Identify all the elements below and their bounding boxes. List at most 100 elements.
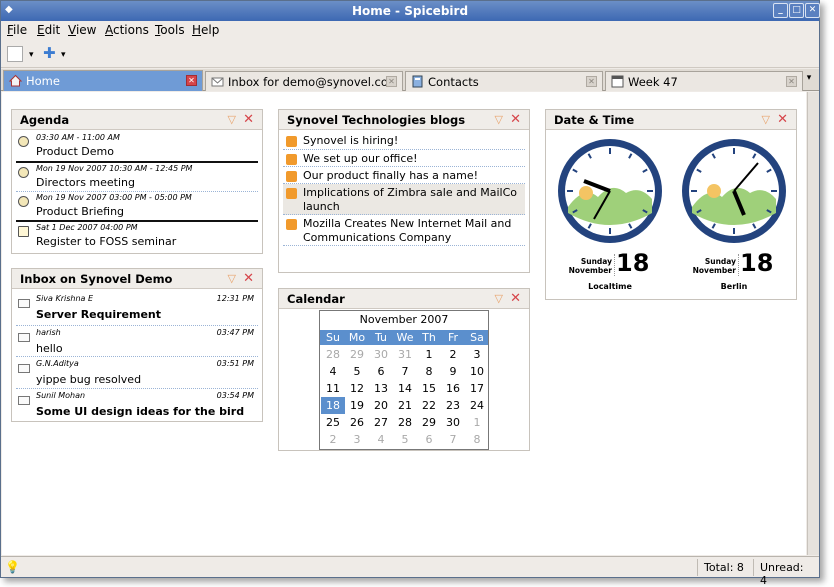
calendar-day-cell[interactable]: 23 (441, 397, 465, 414)
menu-edit[interactable]: Edit (37, 23, 60, 37)
vertical-scrollbar[interactable] (807, 92, 819, 555)
blog-item[interactable]: Synovel is hiring! (283, 132, 525, 150)
menu-actions[interactable]: Actions (105, 23, 149, 37)
agenda-item[interactable]: Sat 1 Dec 2007 04:00 PM Register to FOSS… (16, 222, 258, 252)
tab-close-button[interactable]: ✕ (586, 76, 597, 87)
close-icon[interactable]: ✕ (243, 112, 254, 127)
calendar-day-cell[interactable]: 13 (369, 380, 393, 397)
menu-help[interactable]: Help (192, 23, 219, 37)
agenda-item[interactable]: Mon 19 Nov 2007 03:00 PM - 05:00 PM Prod… (16, 192, 258, 222)
collapse-icon[interactable]: ▽ (228, 113, 236, 126)
mail-item[interactable]: G.N.Aditya 03:51 PM yippe bug resolved (16, 358, 258, 390)
tab-inbox[interactable]: Inbox for demo@synovel.com ✕ (205, 71, 403, 91)
calendar-day-cell[interactable]: 15 (417, 380, 441, 397)
calendar-day-cell[interactable]: 4 (321, 363, 345, 380)
collapse-icon[interactable]: ▽ (495, 292, 503, 305)
calendar-day-cell[interactable]: 19 (345, 397, 369, 414)
calendar-day-cell[interactable]: 18 (321, 397, 345, 414)
calendar-day-cell[interactable]: 24 (465, 397, 489, 414)
calendar-day-cell[interactable]: 27 (369, 414, 393, 431)
calendar-day-cell[interactable]: 7 (393, 363, 417, 380)
agenda-item[interactable]: 03:30 AM - 11:00 AM Product Demo (16, 132, 258, 162)
tab-close-button[interactable]: ✕ (786, 76, 797, 87)
blog-item[interactable]: Mozilla Creates New Internet Mail and Co… (283, 215, 525, 246)
calendar-day-cell[interactable]: 5 (393, 431, 417, 448)
tab-contacts[interactable]: Contacts ✕ (405, 71, 603, 91)
calendar-day-cell[interactable]: 3 (345, 431, 369, 448)
blog-item[interactable]: We set up our office! (283, 150, 525, 167)
mail-item[interactable]: Sunil Mohan 03:54 PM Some UI design idea… (16, 390, 258, 422)
calendar-day-cell[interactable]: 6 (417, 431, 441, 448)
calendar-day-cell[interactable]: 4 (369, 431, 393, 448)
blog-item[interactable]: Implications of Zimbra sale and MailCo l… (283, 184, 525, 215)
rss-icon (286, 219, 297, 230)
collapse-icon[interactable]: ▽ (228, 272, 236, 285)
calendar-widget: Calendar ▽ ✕ November 2007 Su Mo Tu We Th Fr S… (278, 288, 530, 451)
weekday-label: Fr (447, 331, 459, 344)
calendar-day-cell[interactable]: 2 (321, 431, 345, 448)
tab-home[interactable]: Home ✕ (3, 70, 203, 91)
calendar-day-cell[interactable]: 8 (417, 363, 441, 380)
calendar-day-cell[interactable]: 17 (465, 380, 489, 397)
close-icon[interactable]: ✕ (510, 291, 521, 306)
collapse-icon[interactable]: ▽ (762, 113, 770, 126)
new-document-icon[interactable] (7, 46, 23, 62)
month-label[interactable]: November 2007 (320, 311, 488, 329)
add-dropdown-icon[interactable]: ▾ (61, 50, 66, 66)
calendar-day-cell[interactable]: 14 (393, 380, 417, 397)
calendar-day-cell[interactable]: 12 (345, 380, 369, 397)
weekday-label: Sa (470, 331, 484, 344)
menu-tools[interactable]: Tools (155, 23, 185, 37)
mail-item[interactable]: Siva Krishna E 12:31 PM Server Requireme… (16, 293, 258, 325)
calendar-day-cell[interactable]: 2 (441, 346, 465, 363)
menu-bar: File Edit View Actions Tools Help (1, 21, 819, 40)
close-icon[interactable]: ✕ (777, 112, 788, 127)
calendar-day-cell[interactable]: 28 (321, 346, 345, 363)
calendar-day-cell[interactable]: 11 (321, 380, 345, 397)
minimize-button[interactable]: _ (773, 3, 788, 18)
close-icon[interactable]: ✕ (243, 271, 254, 286)
calendar-day-cell[interactable]: 29 (417, 414, 441, 431)
envelope-open-icon (18, 333, 30, 342)
calendar-day-cell[interactable]: 31 (393, 346, 417, 363)
mail-item[interactable]: harish 03:47 PM hello (16, 327, 258, 359)
item-separator (16, 356, 258, 357)
calendar-day-cell[interactable]: 20 (369, 397, 393, 414)
menu-view[interactable]: View (68, 23, 96, 37)
calendar-day-cell[interactable]: 3 (465, 346, 489, 363)
calendar-day-cell[interactable]: 8 (465, 431, 489, 448)
calendar-day-cell[interactable]: 10 (465, 363, 489, 380)
calendar-day-cell[interactable]: 1 (465, 414, 489, 431)
tab-week[interactable]: Week 47 ✕ (605, 71, 803, 91)
tab-close-button[interactable]: ✕ (186, 75, 197, 86)
calendar-day-cell[interactable]: 6 (369, 363, 393, 380)
maximize-button[interactable]: □ (789, 3, 804, 18)
collapse-icon[interactable]: ▽ (495, 113, 503, 126)
calendar-day-cell[interactable]: 9 (441, 363, 465, 380)
calendar-day-cell[interactable]: 22 (417, 397, 441, 414)
calendar-day-cell[interactable]: 25 (321, 414, 345, 431)
new-dropdown-icon[interactable]: ▾ (29, 50, 34, 66)
calendar-day-cell[interactable]: 26 (345, 414, 369, 431)
tab-list-dropdown[interactable]: ▾ (801, 73, 817, 87)
title-bar[interactable]: ◆ Home - Spicebird _ □ ✕ (1, 1, 820, 21)
close-window-button[interactable]: ✕ (805, 3, 820, 18)
calendar-day-cell[interactable]: 7 (441, 431, 465, 448)
close-icon[interactable]: ✕ (510, 112, 521, 127)
agenda-item[interactable]: Mon 19 Nov 2007 10:30 AM - 12:45 PM Dire… (16, 163, 258, 193)
calendar-day-cell[interactable]: 5 (345, 363, 369, 380)
tab-close-button[interactable]: ✕ (386, 76, 397, 87)
calendar-day-cell[interactable]: 16 (441, 380, 465, 397)
weekday-label: Su (326, 331, 340, 344)
menu-file[interactable]: File (7, 23, 27, 37)
calendar-day-cell[interactable]: 29 (345, 346, 369, 363)
calendar-day-cell[interactable]: 21 (393, 397, 417, 414)
blog-item[interactable]: Our product finally has a name! (283, 167, 525, 184)
calendar-day-cell[interactable]: 30 (441, 414, 465, 431)
clock-city-label: Localtime (588, 282, 632, 291)
calendar-day-cell[interactable]: 1 (417, 346, 441, 363)
calendar-day-cell[interactable]: 28 (393, 414, 417, 431)
calendar-day-cell[interactable]: 30 (369, 346, 393, 363)
add-widget-icon[interactable]: ✚ (43, 44, 56, 62)
blogs-widget: Synovel Technologies blogs ▽ ✕ Synovel i… (278, 109, 530, 273)
